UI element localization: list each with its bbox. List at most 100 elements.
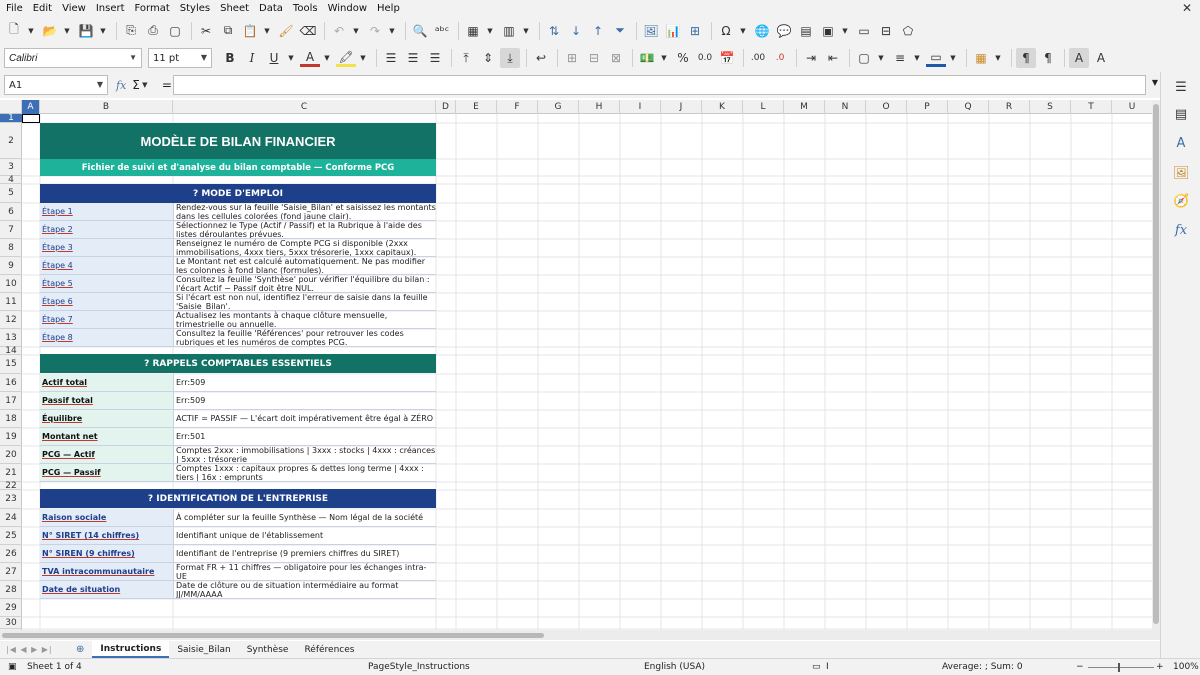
column-header-e[interactable]: E [456,100,497,114]
row-header-21[interactable]: 21 [0,464,22,482]
text-direction-horizontal-icon[interactable]: A [1069,48,1089,68]
open-dropdown-icon[interactable]: ▼ [62,21,72,41]
currency-format-icon[interactable]: 💵 [637,48,657,68]
font-name-dropdown-icon[interactable]: ▼ [129,53,137,62]
new-document-icon[interactable]: 🗋 [4,21,24,41]
table-row[interactable]: Actif total Err:509 [40,374,436,392]
styles-icon[interactable]: A [1173,136,1189,152]
align-right-icon[interactable]: ☰ [425,48,445,68]
zoom-out-icon[interactable]: − [1076,662,1084,672]
menu-sheet[interactable]: Sheet [220,3,249,14]
column-header-a[interactable]: A [22,100,40,114]
zoom-slider-handle[interactable] [1118,663,1120,672]
comment-icon[interactable]: 💬 [774,21,794,41]
row-header-24[interactable]: 24 [0,509,22,527]
unmerge-cells-icon[interactable]: ⊠ [606,48,626,68]
find-replace-icon[interactable]: 🔍 [410,21,430,41]
border-color-dropdown-icon[interactable]: ▼ [948,48,958,68]
row-header-18[interactable]: 18 [0,410,22,428]
redo-dropdown-icon[interactable]: ▼ [387,21,397,41]
row-header-30[interactable]: 30 [0,617,22,629]
clear-formatting-icon[interactable]: ⌫ [298,21,318,41]
undo-dropdown-icon[interactable]: ▼ [351,21,361,41]
delete-decimal-button[interactable]: .0 [770,48,790,68]
print-area-dropdown-icon[interactable]: ▼ [840,21,850,41]
row-header-1[interactable]: 1 [0,113,22,123]
export-pdf-icon[interactable]: ⎘ [121,21,141,41]
print-icon[interactable]: ⎙ [143,21,163,41]
clone-formatting-icon[interactable]: 🖌 [276,21,296,41]
new-dropdown-icon[interactable]: ▼ [26,21,36,41]
row-header-9[interactable]: 9 [0,257,22,275]
redo-icon[interactable]: ↷ [365,21,385,41]
special-character-dropdown-icon[interactable]: ▼ [738,21,748,41]
menu-format[interactable]: Format [135,3,170,14]
save-dropdown-icon[interactable]: ▼ [98,21,108,41]
table-row[interactable]: Étape 2 Sélectionnez le Type (Actif / Pas… [40,221,436,239]
autofilter-icon[interactable]: ⏷ [610,21,630,41]
merge-center-icon[interactable]: ⊞ [562,48,582,68]
column-header-t[interactable]: T [1071,100,1112,114]
column-icon[interactable]: ▥ [499,21,519,41]
border-style-icon[interactable]: ≡ [890,48,910,68]
functions-icon[interactable]: fx [1173,223,1189,239]
close-document-icon[interactable]: ✕ [1182,1,1192,15]
row-header-27[interactable]: 27 [0,563,22,581]
select-all-corner[interactable] [0,100,22,114]
column-header-b[interactable]: B [40,100,173,114]
table-row[interactable]: Étape 4 Le Montant net est calculé automa… [40,257,436,275]
highlight-color-icon[interactable]: 🖍 [336,49,356,67]
column-header-h[interactable]: H [579,100,620,114]
formula-equals-icon[interactable]: = [162,78,172,92]
row-header-19[interactable]: 19 [0,428,22,446]
right-to-left-icon[interactable]: ¶ [1038,48,1058,68]
column-header-f[interactable]: F [497,100,538,114]
tab-instructions[interactable]: Instructions [92,641,170,658]
font-name-box[interactable]: Calibri ▼ [4,48,142,68]
row-header-14[interactable]: 14 [0,346,22,356]
italic-button[interactable]: I [242,48,262,68]
tab-navigation-icon[interactable]: |◀ ◀ ▶ ▶| [6,645,66,654]
row-header-17[interactable]: 17 [0,392,22,410]
column-header-q[interactable]: Q [948,100,989,114]
align-center-icon[interactable]: ☰ [403,48,423,68]
tab-references[interactable]: Références [296,641,362,658]
currency-dropdown-icon[interactable]: ▼ [659,48,669,68]
freeze-rows-columns-icon[interactable]: ▭ [854,21,874,41]
show-draw-functions-icon[interactable]: ⬠ [898,21,918,41]
table-row[interactable]: Montant net Err:501 [40,428,436,446]
column-header-i[interactable]: I [620,100,661,114]
split-window-icon[interactable]: ⊟ [876,21,896,41]
horizontal-scrollbar[interactable] [0,630,1160,640]
document-modified-icon[interactable]: ▣ [8,662,17,672]
menu-insert[interactable]: Insert [96,3,125,14]
row-header-6[interactable]: 6 [0,203,22,221]
row-header-15[interactable]: 15 [0,355,22,374]
highlight-dropdown-icon[interactable]: ▼ [358,48,368,68]
row-header-5[interactable]: 5 [0,184,22,203]
borders-icon[interactable]: ▢ [854,48,874,68]
column-header-r[interactable]: R [989,100,1030,114]
row-header-23[interactable]: 23 [0,490,22,509]
table-row[interactable]: TVA intracommunautaire Format FR + 11 chi… [40,563,436,581]
properties-icon[interactable]: ▤ [1173,107,1189,123]
add-sheet-icon[interactable]: ⊕ [76,644,84,655]
horizontal-scroll-thumb[interactable] [2,633,544,638]
row-header-11[interactable]: 11 [0,293,22,311]
row-header-13[interactable]: 13 [0,329,22,347]
row-header-29[interactable]: 29 [0,599,22,617]
navigator-icon[interactable]: 🧭 [1173,194,1189,210]
border-color-icon[interactable]: ▭ [926,49,946,67]
vertical-scroll-thumb[interactable] [1153,104,1159,624]
underline-button[interactable]: U [264,48,284,68]
left-to-right-icon[interactable]: ¶ [1016,48,1036,68]
column-header-u[interactable]: U [1112,100,1153,114]
open-folder-icon[interactable]: 📂 [40,21,60,41]
menu-edit[interactable]: Edit [33,3,52,14]
menu-view[interactable]: View [62,3,86,14]
row-header-12[interactable]: 12 [0,311,22,329]
hyperlink-icon[interactable]: 🌐 [752,21,772,41]
add-decimal-button[interactable]: .00 [748,48,768,68]
menu-window[interactable]: Window [328,3,367,14]
menu-styles[interactable]: Styles [180,3,210,14]
